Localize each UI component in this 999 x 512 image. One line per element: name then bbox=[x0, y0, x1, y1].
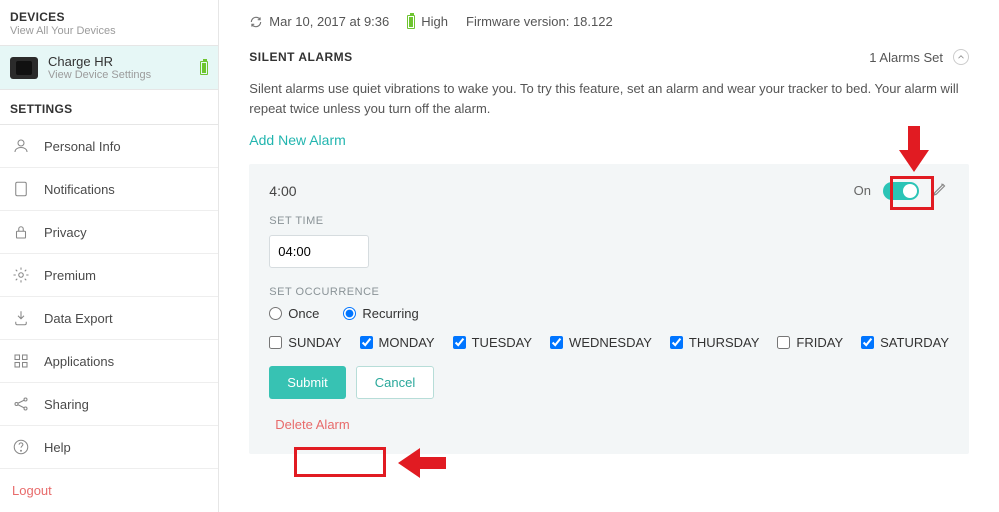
sidebar-item-notifications[interactable]: Notifications bbox=[0, 168, 218, 211]
sidebar-item-privacy[interactable]: Privacy bbox=[0, 211, 218, 254]
battery-level: High bbox=[421, 14, 448, 29]
day-label: FRIDAY bbox=[796, 335, 843, 350]
occurrence-once-radio[interactable] bbox=[269, 307, 282, 320]
sync-icon bbox=[249, 15, 263, 29]
sidebar-item-premium[interactable]: Premium bbox=[0, 254, 218, 297]
alarm-on-label: On bbox=[854, 183, 871, 198]
logout-link[interactable]: Logout bbox=[0, 469, 218, 512]
sync-time: Mar 10, 2017 at 9:36 bbox=[269, 14, 389, 29]
occurrence-recurring[interactable]: Recurring bbox=[343, 306, 418, 321]
sidebar-item-label: Premium bbox=[44, 268, 96, 283]
sidebar-item-label: Data Export bbox=[44, 311, 113, 326]
battery-icon bbox=[200, 61, 208, 75]
occurrence-once[interactable]: Once bbox=[269, 306, 319, 321]
lock-icon bbox=[12, 223, 30, 241]
day-checkbox[interactable] bbox=[777, 336, 790, 349]
sidebar-item-personal-info[interactable]: Personal Info bbox=[0, 125, 218, 168]
sidebar-item-label: Applications bbox=[44, 354, 114, 369]
sidebar-item-data-export[interactable]: Data Export bbox=[0, 297, 218, 340]
alarm-toggle[interactable] bbox=[883, 182, 919, 200]
battery-icon bbox=[407, 15, 415, 29]
person-icon bbox=[12, 137, 30, 155]
day-sunday[interactable]: SUNDAY bbox=[269, 335, 341, 350]
set-occurrence-label: SET OCCURRENCE bbox=[269, 286, 949, 298]
day-monday[interactable]: MONDAY bbox=[360, 335, 435, 350]
day-friday[interactable]: FRIDAY bbox=[777, 335, 843, 350]
day-label: THURSDAY bbox=[689, 335, 760, 350]
status-row: Mar 10, 2017 at 9:36 High Firmware versi… bbox=[249, 10, 969, 43]
device-row[interactable]: Charge HR View Device Settings bbox=[0, 45, 218, 90]
sidebar-item-help[interactable]: Help bbox=[0, 426, 218, 469]
days-row: SUNDAY MONDAY TUESDAY WEDNESDAY THURSDAY FRID… bbox=[269, 335, 949, 350]
battery-status: High bbox=[407, 14, 448, 29]
day-label: SATURDAY bbox=[880, 335, 949, 350]
day-checkbox[interactable] bbox=[861, 336, 874, 349]
sidebar: DEVICES View All Your Devices Charge HR … bbox=[0, 0, 219, 512]
alarms-title: SILENT ALARMS bbox=[249, 50, 352, 64]
firmware-version: Firmware version: 18.122 bbox=[466, 14, 613, 29]
devices-title: DEVICES bbox=[10, 10, 208, 24]
cancel-button[interactable]: Cancel bbox=[356, 366, 434, 399]
main: Mar 10, 2017 at 9:36 High Firmware versi… bbox=[219, 0, 999, 512]
alarm-card: 4:00 On SET TIME SET OCCURRENCE Once bbox=[249, 164, 969, 454]
sidebar-item-label: Privacy bbox=[44, 225, 87, 240]
alarms-count[interactable]: 1 Alarms Set bbox=[869, 49, 969, 65]
edit-icon[interactable] bbox=[931, 180, 949, 201]
sidebar-item-sharing[interactable]: Sharing bbox=[0, 383, 218, 426]
apps-icon bbox=[12, 352, 30, 370]
occurrence-recurring-radio[interactable] bbox=[343, 307, 356, 320]
time-input[interactable] bbox=[269, 235, 369, 268]
share-icon bbox=[12, 395, 30, 413]
day-checkbox[interactable] bbox=[360, 336, 373, 349]
device-name: Charge HR bbox=[48, 54, 200, 69]
day-saturday[interactable]: SATURDAY bbox=[861, 335, 949, 350]
submit-button[interactable]: Submit bbox=[269, 366, 345, 399]
gear-icon bbox=[12, 266, 30, 284]
device-sub[interactable]: View Device Settings bbox=[48, 69, 200, 81]
sidebar-item-label: Notifications bbox=[44, 182, 115, 197]
day-thursday[interactable]: THURSDAY bbox=[670, 335, 760, 350]
day-checkbox[interactable] bbox=[453, 336, 466, 349]
devices-header: DEVICES View All Your Devices bbox=[0, 0, 218, 45]
day-label: MONDAY bbox=[379, 335, 435, 350]
set-time-label: SET TIME bbox=[269, 215, 949, 227]
day-checkbox[interactable] bbox=[269, 336, 282, 349]
sidebar-item-label: Help bbox=[44, 440, 71, 455]
day-label: TUESDAY bbox=[472, 335, 532, 350]
sidebar-item-applications[interactable]: Applications bbox=[0, 340, 218, 383]
add-alarm-link[interactable]: Add New Alarm bbox=[249, 132, 345, 148]
alarm-time-label: 4:00 bbox=[269, 183, 296, 199]
settings-heading: SETTINGS bbox=[0, 90, 218, 125]
device-thumb bbox=[10, 57, 38, 79]
devices-sub[interactable]: View All Your Devices bbox=[10, 25, 208, 37]
sidebar-item-label: Sharing bbox=[44, 397, 89, 412]
day-tuesday[interactable]: TUESDAY bbox=[453, 335, 532, 350]
alarms-description: Silent alarms use quiet vibrations to wa… bbox=[249, 79, 969, 118]
sidebar-item-label: Personal Info bbox=[44, 139, 121, 154]
notifications-icon bbox=[12, 180, 30, 198]
day-label: WEDNESDAY bbox=[569, 335, 652, 350]
sync-status: Mar 10, 2017 at 9:36 bbox=[249, 14, 389, 29]
day-wednesday[interactable]: WEDNESDAY bbox=[550, 335, 652, 350]
alarms-section-header: SILENT ALARMS 1 Alarms Set bbox=[249, 43, 969, 71]
day-checkbox[interactable] bbox=[550, 336, 563, 349]
day-checkbox[interactable] bbox=[670, 336, 683, 349]
occurrence-row: Once Recurring bbox=[269, 306, 949, 321]
chevron-up-icon[interactable] bbox=[953, 49, 969, 65]
help-icon bbox=[12, 438, 30, 456]
export-icon bbox=[12, 309, 30, 327]
delete-alarm-link[interactable]: Delete Alarm bbox=[269, 413, 355, 436]
day-label: SUNDAY bbox=[288, 335, 341, 350]
